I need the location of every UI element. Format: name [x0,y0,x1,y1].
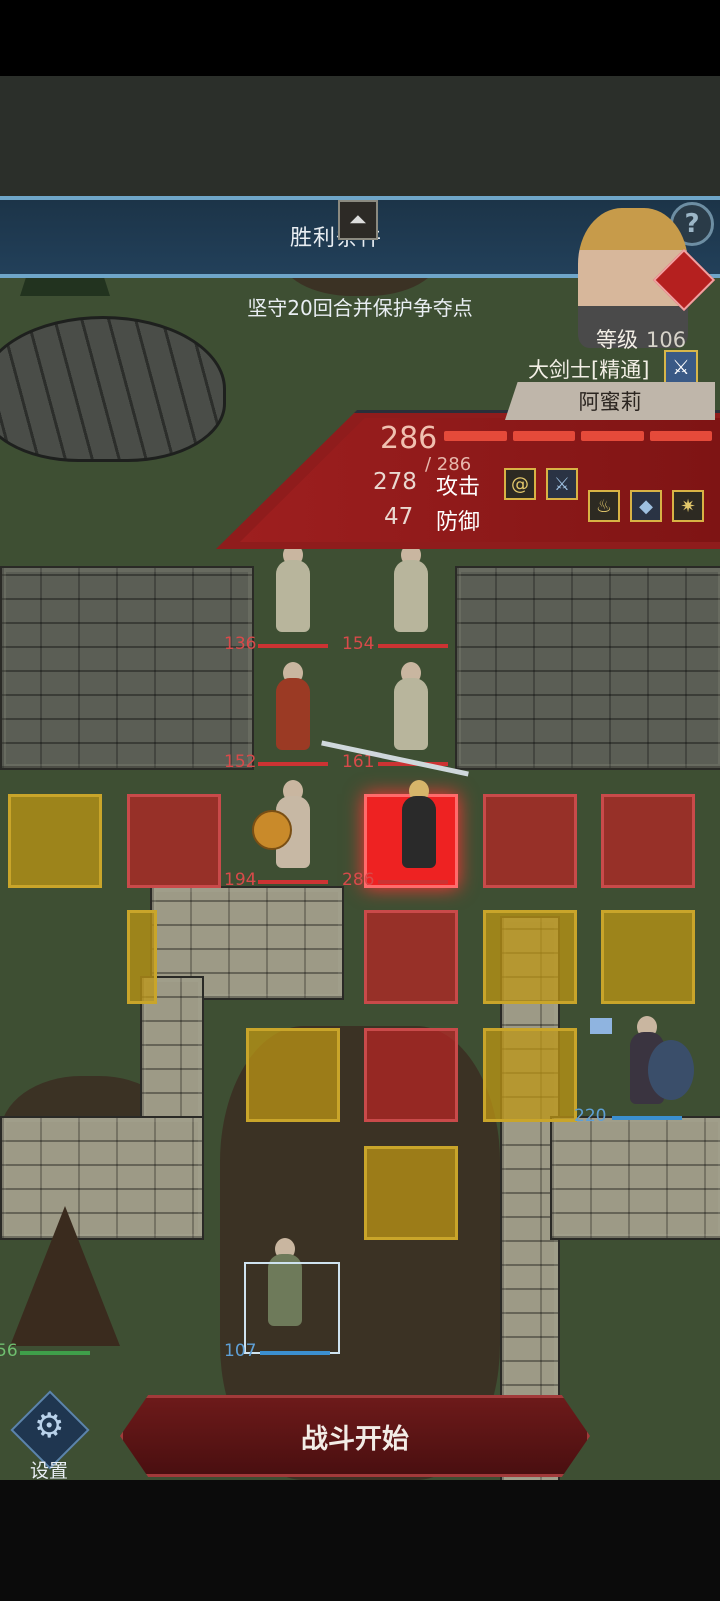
hero-hp-bar [378,880,448,884]
attack-tile[interactable] [601,794,695,888]
ally-selection-frame [244,1262,340,1354]
attack-tile[interactable] [364,910,458,1004]
move-tile[interactable] [127,910,157,1004]
ally-knight[interactable] [612,1016,694,1116]
hero-name-plate: 阿蜜莉 [505,382,715,420]
move-tile[interactable] [8,794,102,888]
hero-hp-segments [444,431,712,441]
attack-tile[interactable] [364,1028,458,1122]
ally-hp-label: 56 [0,1341,18,1361]
enemy-shield-priest[interactable] [252,780,328,880]
enemy-hp-label: 136 [224,634,257,654]
rock-cliff [0,316,226,462]
sword-skill-icon[interactable]: ⚔ [546,468,578,500]
defense-value: 47 [384,504,414,530]
move-tile[interactable] [364,1146,458,1240]
ally-hp-label: 107 [224,1341,257,1361]
ruined-wall-left [0,566,254,770]
ally-hp-label: 220 [574,1106,607,1126]
attack-tile[interactable] [483,794,577,888]
ruined-wall-right [455,566,720,770]
enemy-hp-bar [258,644,328,648]
attack-value: 278 [373,469,417,495]
start-battle-label: 战斗开始 [301,1423,409,1455]
ally-hp-bar [20,1351,90,1355]
move-tile[interactable] [601,910,695,1004]
hero-name: 阿蜜莉 [578,390,642,414]
move-tile[interactable] [246,1028,340,1122]
hero-hp-current: 286 [380,421,438,456]
question-icon: ? [684,209,700,239]
weapon-sword-icon[interactable]: ⚔ [664,350,698,384]
start-battle-button[interactable]: 战斗开始 [120,1395,590,1477]
chevron-up-icon: ⏶ [349,207,367,233]
navigation-bar [0,1480,720,1601]
defense-label: 防御 [436,510,481,535]
enemy-hp-bar [258,762,328,766]
enemy-bard[interactable] [258,544,328,644]
gear-icon: ⚙ [34,1406,65,1446]
settings-label: 设置 [30,1460,69,1480]
level-label: 等级 [596,328,638,352]
ally-hp-bar [612,1116,682,1120]
move-tile[interactable] [483,1028,577,1122]
enemy-hp-label: 194 [224,870,257,890]
burst-skill-icon[interactable]: ✷ [672,490,704,522]
hero-hp-label: 286 [342,870,375,890]
level-value: 106 [646,328,687,352]
status-bar [0,0,720,76]
enemy-hp-bar [258,880,328,884]
battle-scene: 136 154 152 161 194 286 220 107 56 胜利条件 … [0,76,720,1480]
fire-skill-icon[interactable]: ♨ [588,490,620,522]
collapse-toggle-button[interactable]: ⏶ [338,200,378,240]
enemy-hp-label: 154 [342,634,375,654]
enemy-hp-label: 152 [224,752,257,772]
attack-label: 攻击 [436,475,481,500]
ally-hp-bar [260,1351,330,1355]
spiral-skill-icon[interactable]: @ [504,468,536,500]
stone-wall-lower-left [0,1116,204,1240]
attack-tile[interactable] [127,794,221,888]
ally-flag-icon [590,1018,612,1034]
hero-class: 大剑士[精通] [528,358,650,382]
enemy-hp-bar [378,644,448,648]
stone-wall-lower-right [550,1116,720,1240]
enemy-bard[interactable] [376,544,446,644]
move-tile[interactable] [483,910,577,1004]
crystal-skill-icon[interactable]: ◆ [630,490,662,522]
enemy-priest[interactable] [258,662,328,762]
settings-button[interactable]: ⚙ 设置 [10,1390,92,1480]
enemy-bard[interactable] [376,662,446,762]
hero-swordswoman[interactable] [384,780,454,880]
